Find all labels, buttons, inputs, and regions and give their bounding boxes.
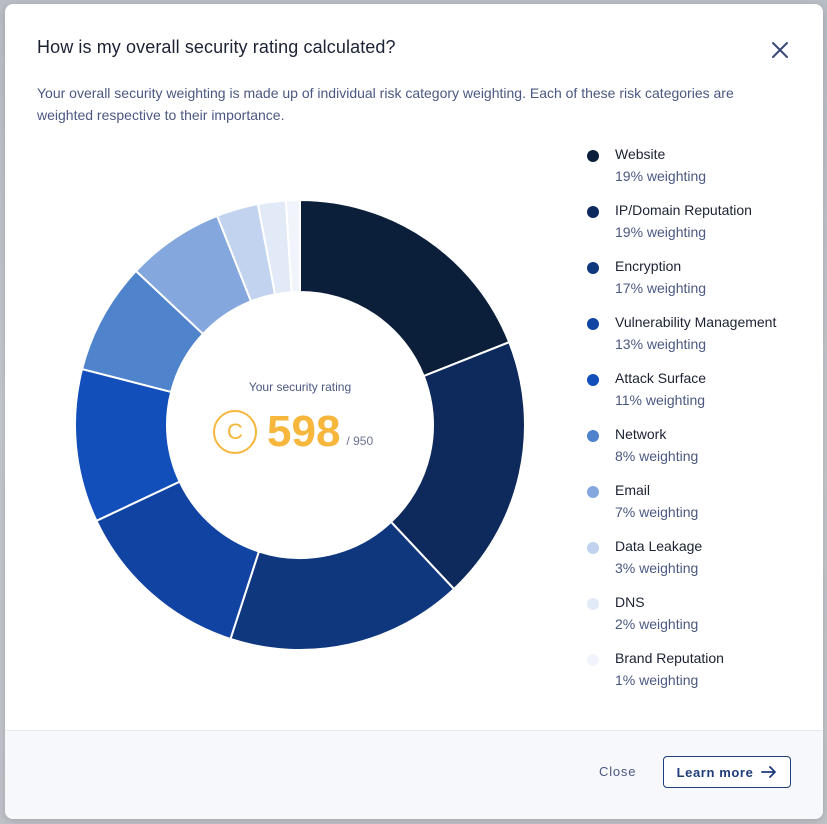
legend-weighting: 2% weighting bbox=[615, 616, 699, 632]
legend-dot bbox=[587, 206, 599, 218]
legend-name: Website bbox=[615, 146, 666, 162]
chart-legend: Website 19% weighting IP/Domain Reputation… bbox=[585, 144, 815, 704]
learn-more-label: Learn more bbox=[676, 764, 754, 780]
legend-name: Attack Surface bbox=[615, 370, 707, 386]
donut-slice-website[interactable] bbox=[299, 198, 511, 378]
security-score: C 598 / 950 bbox=[213, 404, 373, 460]
legend-name: DNS bbox=[615, 594, 645, 610]
legend-weighting: 11% weighting bbox=[615, 392, 706, 408]
legend-item: Data Leakage 3% weighting bbox=[585, 536, 815, 592]
legend-name: Data Leakage bbox=[615, 538, 703, 554]
legend-weighting: 3% weighting bbox=[615, 560, 699, 576]
legend-dot bbox=[587, 598, 599, 610]
modal-description: Your overall security weighting is made … bbox=[37, 85, 734, 123]
score-max: / 950 bbox=[346, 434, 374, 448]
legend-dot bbox=[587, 318, 599, 330]
legend-weighting: 7% weighting bbox=[615, 504, 699, 520]
close-button[interactable]: Close bbox=[599, 764, 636, 779]
legend-name: Network bbox=[615, 426, 667, 442]
legend-dot bbox=[587, 262, 599, 274]
security-rating-modal: How is my overall security rating calcul… bbox=[5, 4, 823, 819]
legend-dot bbox=[587, 486, 599, 498]
legend-dot bbox=[587, 150, 599, 162]
legend-name: Vulnerability Management bbox=[615, 314, 777, 330]
legend-dot bbox=[587, 374, 599, 386]
legend-name: Encryption bbox=[615, 258, 682, 274]
close-icon[interactable] bbox=[767, 37, 793, 63]
learn-more-button[interactable]: Learn more bbox=[663, 756, 791, 788]
legend-name: Brand Reputation bbox=[615, 650, 724, 666]
legend-dot bbox=[587, 542, 599, 554]
legend-dot bbox=[587, 430, 599, 442]
grade-c-icon: C bbox=[213, 410, 257, 454]
legend-weighting: 19% weighting bbox=[615, 168, 707, 184]
legend-weighting: 8% weighting bbox=[615, 448, 699, 464]
legend-name: IP/Domain Reputation bbox=[615, 202, 752, 218]
legend-weighting: 19% weighting bbox=[615, 224, 707, 240]
legend-item: IP/Domain Reputation 19% weighting bbox=[585, 200, 815, 256]
legend-item: Network 8% weighting bbox=[585, 424, 815, 480]
legend-item: Attack Surface 11% weighting bbox=[585, 368, 815, 424]
legend-dot bbox=[587, 654, 599, 666]
legend-item: Vulnerability Management 13% weighting bbox=[585, 312, 815, 368]
legend-item: Email 7% weighting bbox=[585, 480, 815, 536]
legend-weighting: 17% weighting bbox=[615, 280, 707, 296]
modal-title: How is my overall security rating calcul… bbox=[37, 37, 396, 57]
score-value: 598 bbox=[267, 407, 341, 456]
weighting-donut-chart: Your security rating C 598 / 950 bbox=[65, 190, 535, 660]
legend-item: Website 19% weighting bbox=[585, 144, 815, 200]
legend-item: Encryption 17% weighting bbox=[585, 256, 815, 312]
legend-item: DNS 2% weighting bbox=[585, 592, 815, 648]
grade-letter: C bbox=[227, 419, 243, 444]
security-rating-label: Your security rating bbox=[248, 380, 352, 394]
legend-item: Brand Reputation 1% weighting bbox=[585, 648, 815, 704]
legend-name: Email bbox=[615, 482, 651, 498]
legend-weighting: 1% weighting bbox=[615, 672, 699, 688]
modal-footer: Close Learn more bbox=[5, 730, 823, 819]
legend-weighting: 13% weighting bbox=[615, 336, 707, 352]
arrow-right-icon bbox=[761, 766, 777, 778]
